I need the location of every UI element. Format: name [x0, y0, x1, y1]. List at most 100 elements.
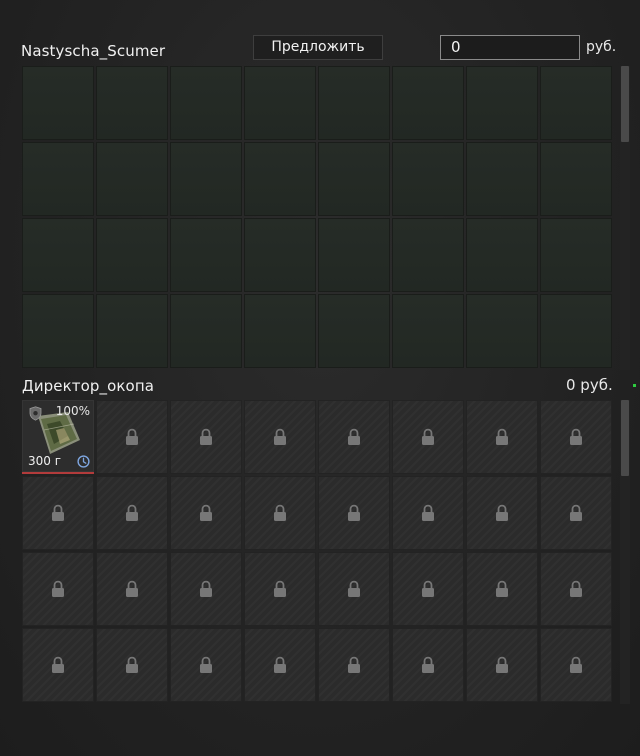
offer-currency-label: руб.: [586, 39, 617, 55]
lock-icon: [347, 504, 361, 522]
lock-icon: [421, 580, 435, 598]
locked-slot: [170, 628, 242, 702]
clock-icon: [77, 455, 90, 468]
locked-slot: [318, 628, 390, 702]
locked-slot: [466, 400, 538, 474]
lock-icon: [347, 580, 361, 598]
lock-icon: [125, 580, 139, 598]
offer-slot[interactable]: [96, 218, 168, 292]
lock-icon: [569, 656, 583, 674]
lock-icon: [421, 656, 435, 674]
lock-icon: [199, 580, 213, 598]
lock-icon: [273, 656, 287, 674]
offer-slot[interactable]: [466, 142, 538, 216]
player-name: Директор_окопа: [22, 377, 155, 395]
locked-slot: [540, 628, 612, 702]
offer-slot[interactable]: [466, 66, 538, 140]
offer-slot[interactable]: [466, 218, 538, 292]
offer-slot[interactable]: [244, 294, 316, 368]
player-money-label: 0 руб.: [566, 376, 613, 394]
offer-slot[interactable]: [318, 294, 390, 368]
locked-slot: [392, 400, 464, 474]
offer-slot[interactable]: [170, 142, 242, 216]
lock-icon: [569, 504, 583, 522]
lock-icon: [421, 504, 435, 522]
lock-icon: [125, 504, 139, 522]
lock-icon: [495, 580, 509, 598]
lock-icon: [199, 428, 213, 446]
offer-slot[interactable]: [22, 142, 94, 216]
offer-button[interactable]: Предложить: [253, 35, 383, 60]
offer-slot[interactable]: [170, 294, 242, 368]
lock-icon: [273, 428, 287, 446]
offer-scrollbar-thumb[interactable]: [621, 66, 629, 142]
offer-slot[interactable]: [96, 294, 168, 368]
offer-slots-grid: [22, 66, 616, 370]
lock-icon: [51, 656, 65, 674]
locked-slot: [244, 628, 316, 702]
lock-icon: [51, 504, 65, 522]
offer-slot[interactable]: [170, 218, 242, 292]
offer-slot[interactable]: [392, 142, 464, 216]
money-offer-input[interactable]: 0: [440, 35, 580, 60]
lock-icon: [495, 656, 509, 674]
lock-icon: [199, 656, 213, 674]
locked-slot: [96, 628, 168, 702]
inventory-scrollbar[interactable]: [620, 400, 630, 704]
lock-icon: [347, 656, 361, 674]
offer-slot[interactable]: [540, 294, 612, 368]
offer-scrollbar[interactable]: [620, 66, 630, 370]
locked-slot: [170, 552, 242, 626]
locked-slot: [96, 552, 168, 626]
offer-slot[interactable]: [392, 66, 464, 140]
offer-slot[interactable]: [244, 66, 316, 140]
lock-icon: [125, 656, 139, 674]
locked-slot: [466, 628, 538, 702]
locked-slot: [466, 552, 538, 626]
offer-slot[interactable]: [22, 218, 94, 292]
offer-slot[interactable]: [318, 218, 390, 292]
locked-slot: [22, 628, 94, 702]
offer-slot[interactable]: [318, 66, 390, 140]
lock-icon: [199, 504, 213, 522]
lock-icon: [495, 504, 509, 522]
status-indicator: [633, 384, 636, 387]
locked-slot: [540, 552, 612, 626]
lock-icon: [569, 428, 583, 446]
locked-slot: [244, 400, 316, 474]
offer-slot[interactable]: [96, 142, 168, 216]
offer-slot[interactable]: [466, 294, 538, 368]
lock-icon: [125, 428, 139, 446]
offer-slot[interactable]: [244, 218, 316, 292]
locked-slot: [22, 476, 94, 550]
inventory-scrollbar-thumb[interactable]: [621, 400, 629, 476]
lock-icon: [569, 580, 583, 598]
offer-slot[interactable]: [392, 218, 464, 292]
locked-slot: [318, 476, 390, 550]
inventory-grid: 100% 300 г: [22, 400, 616, 704]
locked-slot: [244, 476, 316, 550]
offer-slot[interactable]: [392, 294, 464, 368]
lock-icon: [495, 428, 509, 446]
locked-slot: [466, 476, 538, 550]
lock-icon: [421, 428, 435, 446]
inventory-item[interactable]: 100% 300 г: [22, 400, 94, 474]
lock-icon: [347, 428, 361, 446]
offer-slot[interactable]: [540, 142, 612, 216]
trade-partner-name: Nastyscha_Scumer: [21, 42, 166, 60]
offer-slot[interactable]: [170, 66, 242, 140]
item-durability: 100%: [55, 404, 90, 418]
offer-slot[interactable]: [540, 66, 612, 140]
locked-slot: [392, 552, 464, 626]
offer-slot[interactable]: [96, 66, 168, 140]
offer-slot[interactable]: [540, 218, 612, 292]
locked-slot: [318, 552, 390, 626]
locked-slot: [170, 476, 242, 550]
offer-slot[interactable]: [244, 142, 316, 216]
locked-slot: [540, 476, 612, 550]
offer-slot[interactable]: [22, 66, 94, 140]
item-weight: 300 г: [28, 454, 62, 468]
offer-slot[interactable]: [318, 142, 390, 216]
offer-slot[interactable]: [22, 294, 94, 368]
locked-slot: [244, 552, 316, 626]
